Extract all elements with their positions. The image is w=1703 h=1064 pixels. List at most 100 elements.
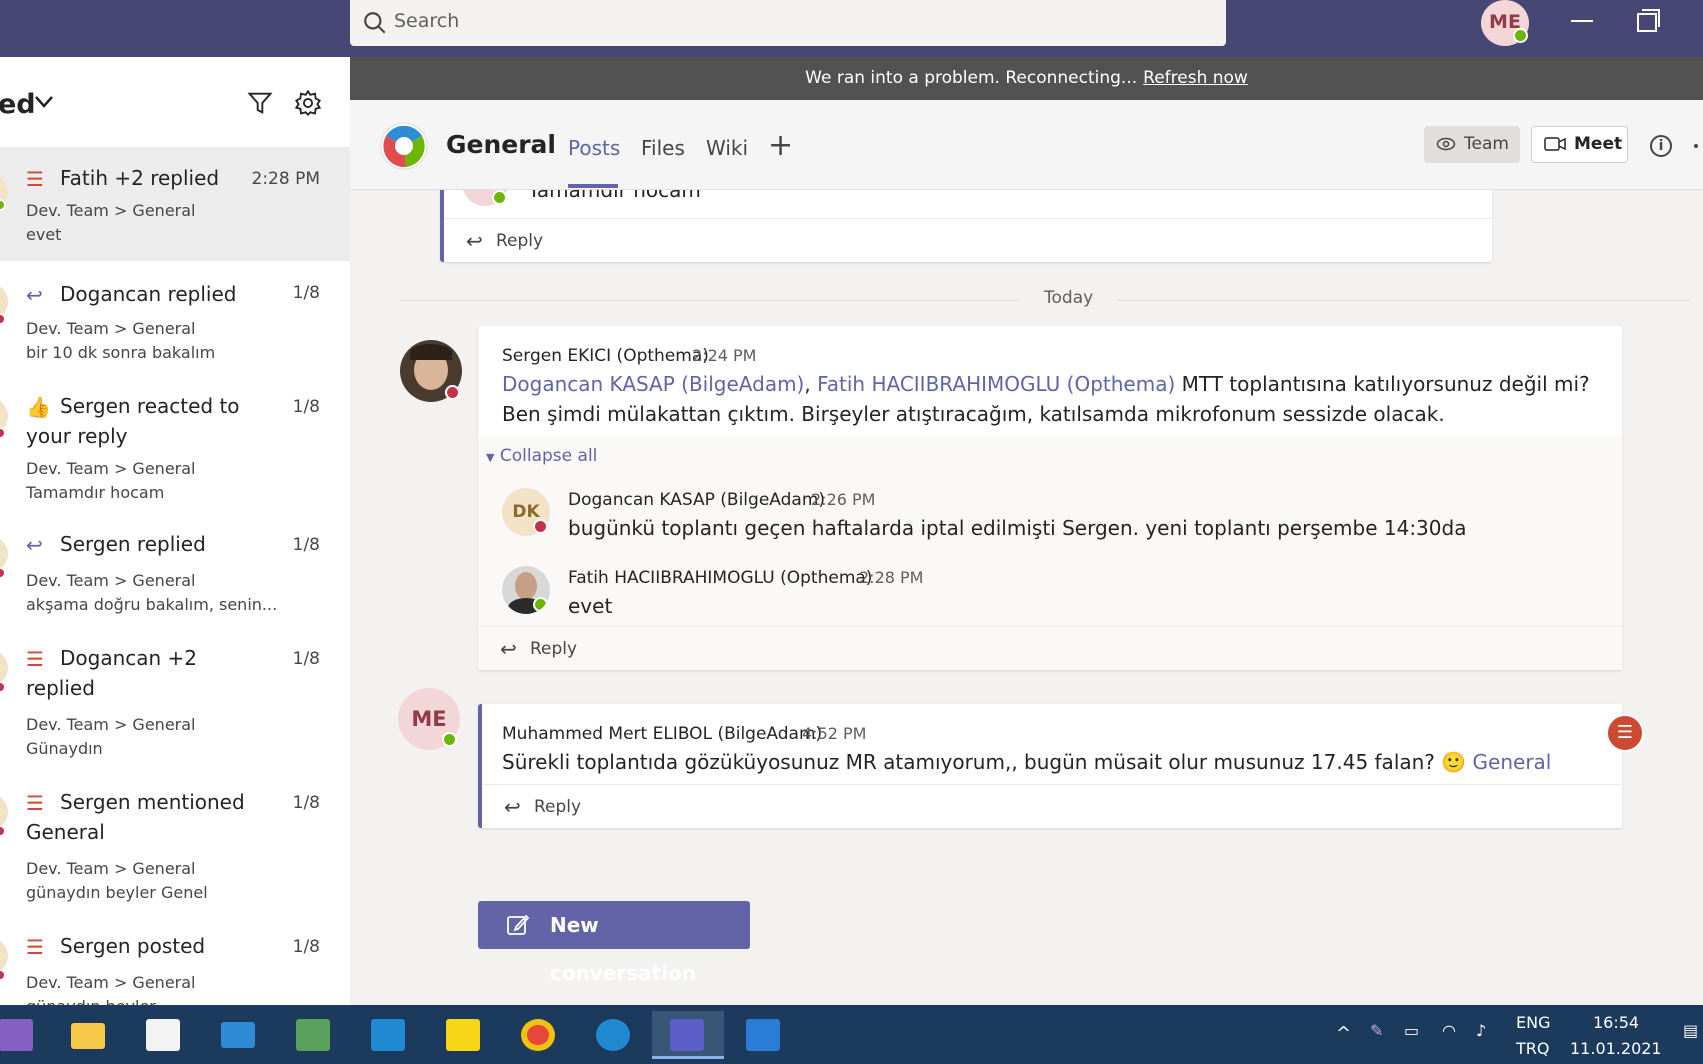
activity-path: Dev. Team > General [26,859,196,878]
refresh-now-link[interactable]: Refresh now [1143,68,1248,88]
snipping-icon[interactable] [285,1011,341,1059]
activity-title: Sergen reacted to your reply [26,394,240,448]
activity-path: Dev. Team > General [26,459,196,478]
new-conversation-label: New conversation [550,913,697,985]
busy-status-icon [0,825,6,837]
activity-item[interactable]: ↩ Sergen replied 1/8 Dev. Team > General… [0,519,350,633]
edge-icon[interactable] [585,1011,641,1059]
reply-button[interactable]: ↩ Reply [478,626,1622,670]
gear-icon[interactable] [294,89,322,117]
minimize-icon[interactable] [1571,20,1593,22]
photos-icon[interactable] [735,1011,791,1059]
team-button[interactable]: Team [1424,126,1520,163]
busy-status-icon [0,567,6,579]
volume-icon[interactable]: ♪ [1476,1021,1486,1040]
add-tab-icon[interactable]: + [768,128,793,163]
search-placeholder: Search [394,10,460,32]
meet-button-label: Meet [1574,134,1623,154]
language-top[interactable]: ENG [1516,1013,1550,1032]
compose-icon [507,914,530,935]
message-line-1: Dogancan KASAP (BilgeAdam), Fatih HACIIB… [502,372,1590,396]
filter-icon[interactable] [246,89,274,117]
available-status-icon [492,190,507,205]
search-box[interactable]: Search [350,0,1226,46]
search-icon [364,12,386,34]
file-explorer-icon[interactable] [60,1011,116,1059]
activity-time: 1/8 [292,535,320,555]
activity-time: 1/8 [292,793,320,813]
clock-time[interactable]: 16:54 [1593,1013,1639,1032]
activity-snippet: akşama doğru bakalım, senin... [26,595,276,614]
tab-posts[interactable]: Posts [568,136,620,160]
chrome-icon[interactable] [510,1011,566,1059]
store-icon[interactable] [135,1011,191,1059]
activity-item[interactable]: ☰ Sergen mentioned General 1/8 Dev. Team… [0,777,350,921]
info-icon[interactable]: i [1650,135,1672,157]
chevron-down-icon[interactable] [34,95,54,109]
profile-avatar[interactable]: ME [1481,0,1529,46]
busy-status-icon [0,313,6,325]
message-text: bugünkü toplantı geçen haftalarda iptal … [568,516,1467,540]
mail-icon[interactable] [210,1011,266,1059]
thread-card: Sergen EKICI (Opthema) 2:24 PM Dogancan … [478,326,1622,670]
teams-icon[interactable] [652,1011,724,1059]
new-conversation-button[interactable]: New conversation [478,901,750,985]
activity-item[interactable]: ↩ Dogancan replied 1/8 Dev. Team > Gener… [0,261,350,375]
reply-arrow-icon: ↩ [500,637,517,661]
reply-label: Reply [534,797,582,817]
banner-text: We ran into a problem. Reconnecting... [805,68,1138,88]
collapse-all-button[interactable]: ▼ Collapse all [486,446,597,466]
mention-fatih[interactable]: Fatih HACIIBRAHIMOGLU (Opthema) [817,372,1175,396]
activity-item[interactable]: ☰ Dogancan +2 replied 1/8 Dev. Team > Ge… [0,633,350,777]
sticky-notes-icon[interactable] [435,1011,491,1059]
activity-time: 1/8 [292,283,320,303]
avatar [502,566,550,614]
battery-icon[interactable]: ▭ [1404,1021,1419,1040]
tab-files[interactable]: Files [641,136,685,160]
activity-path: Dev. Team > General [26,201,196,220]
activity-item[interactable]: ☰ Fatih +2 replied 2:28 PM Dev. Team > G… [0,147,350,261]
eye-icon [1436,137,1456,151]
wifi-icon[interactable]: ◠ [1442,1021,1456,1040]
busy-status-icon [533,519,548,534]
post-card: ME Tamamdır hocam ↩ Reply [440,190,1492,262]
activity-header: ed [0,57,350,147]
restore-icon[interactable] [1637,9,1660,32]
message-text: evet [568,594,613,618]
author-name: Dogancan KASAP (BilgeAdam) [568,490,826,510]
busy-status-icon [0,681,6,693]
reply-arrow-icon: ↩ [504,795,521,819]
meet-button[interactable]: Meet [1531,126,1628,163]
team-button-label: Team [1464,134,1509,154]
reply-button[interactable]: ↩ Reply [444,218,1492,262]
pen-icon[interactable]: ✎ [1370,1021,1383,1040]
chevron-up-icon[interactable]: ^ [1336,1023,1351,1044]
avatar: ME [462,190,508,206]
visual-studio-icon[interactable] [0,1011,44,1059]
busy-status-icon [0,427,6,439]
activity-time: 1/8 [292,397,320,417]
reply-button[interactable]: ↩ Reply [482,784,1622,828]
tab-wiki[interactable]: Wiki [706,136,748,160]
activity-title: Sergen mentioned General [26,790,245,844]
more-options-icon[interactable] [1694,144,1698,148]
vscode-icon[interactable] [360,1011,416,1059]
activity-title: Sergen posted [60,934,206,958]
clock-date[interactable]: 11.01.2021 [1570,1039,1662,1058]
activity-item[interactable]: 👍 Sergen reacted to your reply 1/8 Dev. … [0,375,350,519]
notifications-icon[interactable]: ▤ [1683,1021,1698,1040]
reconnect-banner: We ran into a problem. Reconnecting... Re… [350,57,1703,100]
author-name: Fatih HACIIBRAHIMOGLU (Opthema) [568,568,873,588]
mention-general[interactable]: General [1473,750,1552,774]
activity-snippet: Tamamdır hocam [26,483,165,502]
language-bottom[interactable]: TRQ [1516,1039,1549,1058]
mention-dogancan[interactable]: Dogancan KASAP (BilgeAdam) [502,372,804,396]
activity-time: 2:28 PM [251,169,321,189]
reply-label: Reply [530,639,578,659]
activity-time: 1/8 [292,937,320,957]
activity-title: Fatih +2 replied [60,166,220,190]
activity-title: ed [0,89,36,120]
activity-title: Sergen replied [60,532,206,556]
activity-item[interactable]: ☰ Sergen posted 1/8 Dev. Team > General … [0,921,350,1005]
post-time: 2:26 PM [811,490,876,509]
